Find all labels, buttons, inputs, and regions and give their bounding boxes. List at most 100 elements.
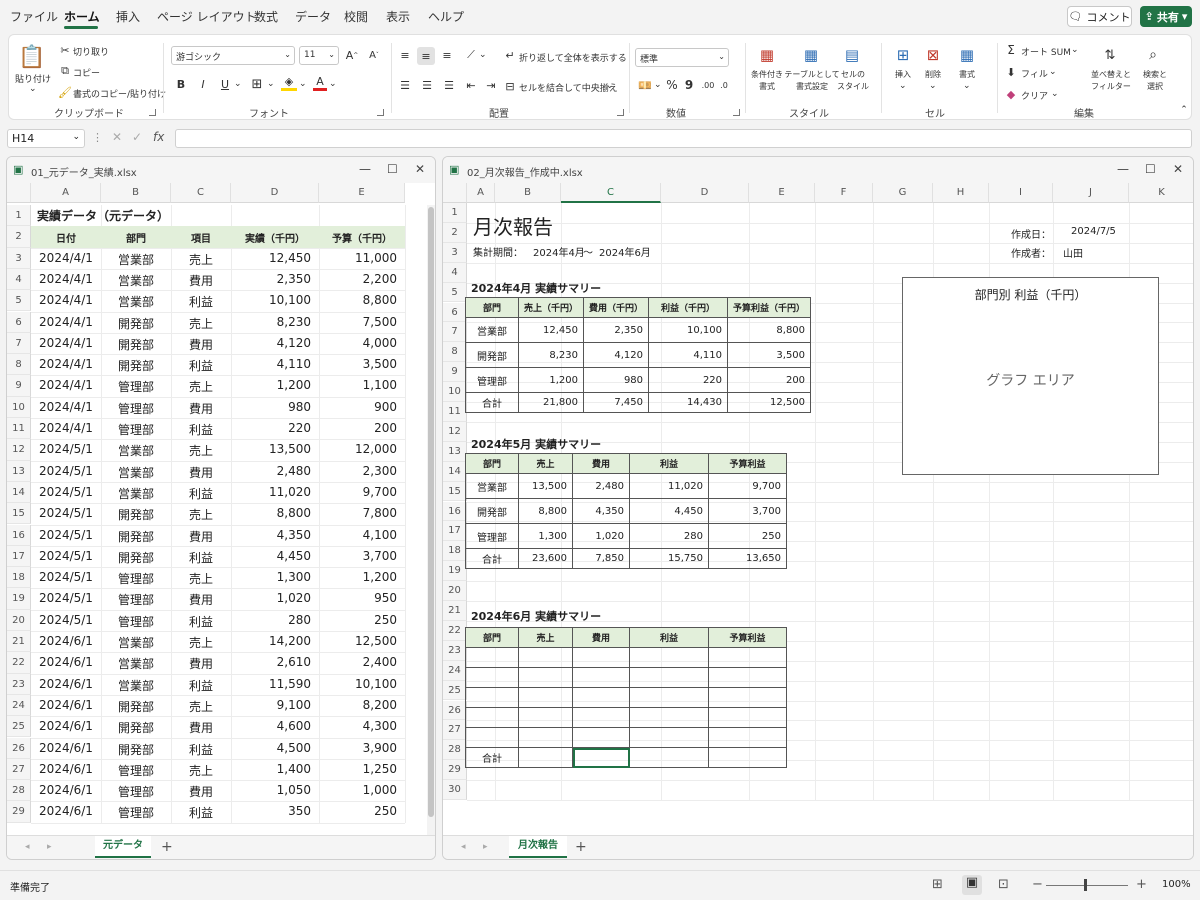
comma-button[interactable]: 9 bbox=[682, 77, 696, 93]
alignment-launcher[interactable] bbox=[617, 109, 624, 116]
row-header[interactable]: 14 bbox=[7, 481, 31, 504]
row-header[interactable]: 10 bbox=[443, 382, 467, 402]
format-cells-icon[interactable]: ▦ bbox=[957, 45, 977, 65]
prev-sheet-icon[interactable]: ◂ bbox=[461, 842, 466, 852]
page-break-view-icon[interactable]: ⊡ bbox=[998, 877, 1009, 892]
table-cell[interactable] bbox=[708, 747, 787, 768]
font-launcher[interactable] bbox=[377, 109, 384, 116]
menu-item[interactable]: ホーム bbox=[64, 8, 100, 25]
table-cell[interactable] bbox=[465, 687, 519, 708]
prev-sheet-icon[interactable]: ◂ bbox=[25, 842, 30, 852]
menu-item[interactable]: ヘルプ bbox=[428, 8, 464, 25]
table-cell[interactable] bbox=[572, 727, 630, 748]
table-cell[interactable]: 営業部 bbox=[465, 317, 519, 343]
table-cell[interactable] bbox=[629, 687, 709, 708]
row-header[interactable]: 21 bbox=[443, 601, 467, 621]
column-header[interactable]: C bbox=[561, 183, 661, 203]
row-header[interactable]: 15 bbox=[7, 503, 31, 525]
row-header[interactable]: 7 bbox=[443, 322, 467, 343]
table-cell[interactable]: 2,480 bbox=[572, 473, 630, 499]
find-select-icon[interactable]: ⌕ bbox=[1143, 45, 1163, 65]
table-cell[interactable] bbox=[518, 687, 573, 708]
table-cell[interactable] bbox=[708, 687, 787, 708]
table-cell[interactable]: 3,500 bbox=[727, 342, 812, 368]
row-header[interactable]: 11 bbox=[7, 418, 31, 440]
column-header[interactable]: D bbox=[231, 183, 319, 203]
zoom-slider[interactable] bbox=[1046, 885, 1128, 886]
collapse-ribbon-icon[interactable]: ⌃ bbox=[1179, 105, 1189, 115]
table-cell[interactable]: 1,020 bbox=[572, 523, 630, 549]
row-header[interactable]: 3 bbox=[7, 247, 31, 269]
autosum-icon[interactable]: Σ bbox=[1005, 43, 1017, 57]
table-cell[interactable]: 10,100 bbox=[648, 317, 729, 343]
copy-icon[interactable]: ⧉ bbox=[59, 64, 71, 77]
table-cell[interactable] bbox=[629, 747, 709, 768]
column-header[interactable]: G bbox=[873, 183, 933, 203]
zoom-slider-thumb[interactable] bbox=[1084, 879, 1087, 891]
table-cell[interactable] bbox=[629, 667, 709, 688]
sort-filter-button[interactable]: 並べ替えと フィルター bbox=[1083, 69, 1139, 93]
table-cell[interactable]: 7,450 bbox=[583, 392, 650, 413]
page-layout-view-icon[interactable]: ▣ bbox=[962, 875, 982, 895]
table-cell[interactable]: 合計 bbox=[465, 747, 519, 768]
align-right-icon[interactable]: ☰ bbox=[441, 77, 457, 93]
fill-icon[interactable]: ⬇ bbox=[1005, 65, 1017, 79]
chart-placeholder[interactable]: 部門別 利益（千円） グラフ エリア bbox=[902, 277, 1159, 475]
merge-center-button[interactable]: セルを結合して中央揃え bbox=[519, 81, 618, 94]
table-cell[interactable]: 8,800 bbox=[518, 498, 573, 524]
menu-item[interactable]: 数式 bbox=[254, 8, 278, 25]
next-sheet-icon[interactable]: ▸ bbox=[47, 842, 52, 852]
row-header[interactable]: 24 bbox=[7, 694, 31, 717]
italic-button[interactable]: I bbox=[196, 77, 210, 91]
row-header[interactable]: 22 bbox=[7, 652, 31, 674]
row-header[interactable]: 16 bbox=[7, 524, 31, 546]
row-header[interactable]: 23 bbox=[7, 673, 31, 695]
table-cell[interactable]: 200 bbox=[727, 367, 812, 393]
row-header[interactable]: 10 bbox=[7, 396, 31, 418]
table-cell[interactable]: 9,700 bbox=[708, 473, 787, 499]
align-left-icon[interactable]: ☰ bbox=[397, 77, 413, 93]
row-header[interactable]: 4 bbox=[443, 262, 467, 283]
table-cell[interactable] bbox=[518, 707, 573, 728]
zoom-out-icon[interactable]: − bbox=[1032, 877, 1043, 892]
table-cell[interactable] bbox=[572, 667, 630, 688]
number-format-select[interactable]: 標準 ⌄ bbox=[635, 48, 729, 67]
table-cell[interactable]: 開発部 bbox=[465, 498, 519, 524]
row-header[interactable]: 8 bbox=[443, 342, 467, 363]
table-cell[interactable] bbox=[708, 707, 787, 728]
table-cell[interactable]: 12,450 bbox=[517, 317, 585, 343]
font-color-icon[interactable]: A bbox=[313, 75, 327, 91]
row-header[interactable]: 28 bbox=[7, 780, 31, 802]
row-header[interactable]: 26 bbox=[7, 737, 31, 759]
row-header[interactable]: 26 bbox=[443, 700, 467, 721]
formula-input[interactable] bbox=[175, 129, 1192, 148]
table-cell[interactable]: 23,600 bbox=[518, 548, 573, 569]
table-cell[interactable] bbox=[572, 707, 630, 728]
row-header[interactable]: 29 bbox=[7, 801, 31, 823]
insert-cells-button[interactable]: 挿入 bbox=[889, 69, 917, 81]
row-header[interactable]: 29 bbox=[443, 760, 467, 781]
table-cell[interactable]: 営業部 bbox=[465, 473, 519, 499]
font-size-select[interactable]: 11 ⌄ bbox=[299, 46, 339, 65]
table-cell[interactable] bbox=[708, 647, 787, 668]
cut-button[interactable]: 切り取り bbox=[73, 45, 109, 58]
fill-button[interactable]: フィル bbox=[1021, 67, 1048, 80]
table-cell[interactable]: 4,110 bbox=[648, 342, 729, 368]
row-header[interactable]: 9 bbox=[443, 362, 467, 383]
format-cells-button[interactable]: 書式 bbox=[953, 69, 981, 81]
row-header[interactable]: 23 bbox=[443, 640, 467, 661]
add-sheet-icon[interactable]: + bbox=[575, 839, 587, 855]
menu-item[interactable]: 挿入 bbox=[116, 8, 140, 25]
table-cell[interactable]: 管理部 bbox=[465, 523, 519, 549]
table-cell[interactable]: 11,020 bbox=[629, 473, 709, 499]
row-header[interactable]: 7 bbox=[7, 332, 31, 355]
table-cell[interactable] bbox=[572, 687, 630, 708]
left-sheet-grid[interactable]: A B C D E 1 2 3 4 5 6 7 8 9 10 11 12 13 14 15 16 17 18 19 20 21 22… bbox=[7, 157, 435, 859]
row-header[interactable]: 16 bbox=[443, 501, 467, 522]
find-select-button[interactable]: 検索と 選択 bbox=[1135, 69, 1175, 93]
format-painter-icon[interactable]: 🖌 bbox=[58, 86, 72, 99]
align-middle-icon[interactable]: ≡ bbox=[417, 47, 435, 65]
row-header[interactable]: 6 bbox=[7, 311, 31, 333]
column-header[interactable]: H bbox=[933, 183, 989, 203]
menu-item[interactable]: 表示 bbox=[386, 8, 410, 25]
